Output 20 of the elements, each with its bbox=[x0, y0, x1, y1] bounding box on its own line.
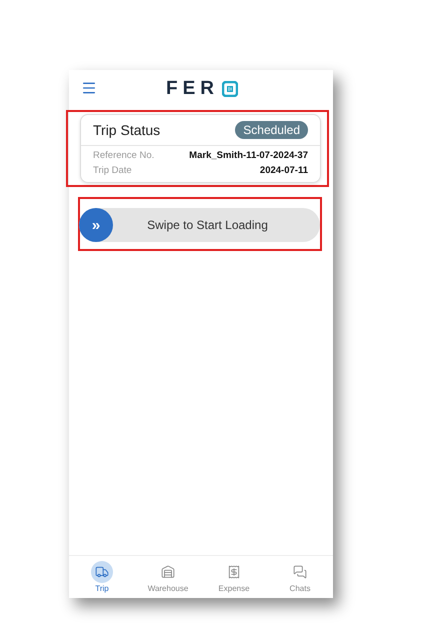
nav-tab[interactable]: Chats bbox=[272, 561, 328, 593]
logo-icon bbox=[222, 81, 238, 97]
status-badge: Scheduled bbox=[235, 121, 308, 139]
nav-tab[interactable]: Warehouse bbox=[140, 561, 196, 593]
detail-label: Trip Date bbox=[93, 165, 132, 176]
nav-tab[interactable]: Trip bbox=[74, 561, 130, 593]
swipe-handle[interactable]: » bbox=[79, 208, 113, 242]
logo-text: FER bbox=[166, 78, 219, 100]
card-title: Trip Status bbox=[93, 122, 160, 138]
detail-label: Reference No. bbox=[93, 150, 154, 161]
receipt-icon bbox=[227, 565, 241, 579]
nav-tab[interactable]: Expense bbox=[206, 561, 262, 593]
detail-value: Mark_Smith-11-07-2024-37 bbox=[189, 150, 308, 161]
menu-icon[interactable] bbox=[81, 80, 97, 96]
chat-icon bbox=[293, 565, 307, 579]
swipe-slider[interactable]: » Swipe to Start Loading bbox=[79, 208, 320, 242]
swipe-label: Swipe to Start Loading bbox=[146, 218, 269, 232]
truck-icon bbox=[95, 565, 109, 579]
warehouse-icon bbox=[161, 565, 175, 579]
detail-value: 2024-07-11 bbox=[260, 165, 308, 176]
